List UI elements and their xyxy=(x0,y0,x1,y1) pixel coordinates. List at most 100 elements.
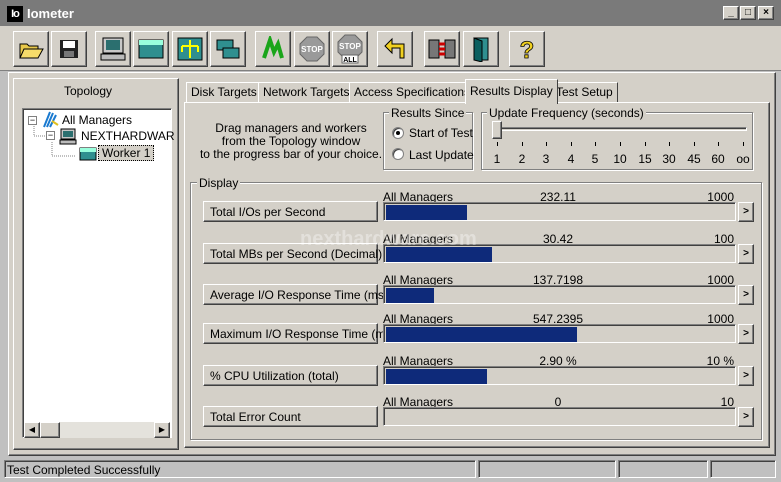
metric-bar-track[interactable] xyxy=(383,202,736,221)
scroll-thumb[interactable] xyxy=(40,422,60,438)
new-network-worker-icon xyxy=(177,37,203,61)
metric-bar-track[interactable] xyxy=(383,366,736,385)
tree-collapse-manager[interactable]: − xyxy=(46,131,55,140)
topology-tree[interactable]: − All Managers − NEXTHARDWAR Worker 1 xyxy=(22,108,175,438)
worker-disk-icon xyxy=(79,147,97,161)
update-frequency-title: Update Frequency (seconds) xyxy=(487,106,646,120)
new-network-worker-button[interactable] xyxy=(172,31,208,67)
display-manager-button[interactable] xyxy=(95,31,131,67)
frequency-tick-label[interactable]: 1 xyxy=(485,152,509,166)
metric-bar-fill xyxy=(386,205,467,220)
start-tests-button[interactable] xyxy=(255,31,291,67)
save-disk-icon xyxy=(60,40,78,58)
all-managers-icon xyxy=(43,111,59,128)
radio-start-of-test[interactable] xyxy=(392,127,404,139)
watermark: nexthardware.com xyxy=(300,228,477,250)
stop-button[interactable]: STOP xyxy=(294,31,330,67)
tab-test-setup[interactable]: Test Setup xyxy=(551,82,618,103)
reset-workers-button[interactable] xyxy=(377,31,413,67)
tab-disk-targets[interactable]: Disk Targets xyxy=(186,82,262,103)
scroll-right-icon[interactable]: ▶ xyxy=(154,422,170,438)
about-button[interactable]: ? xyxy=(509,31,545,67)
frequency-tick-mark xyxy=(669,142,670,146)
frequency-tick-label[interactable]: 10 xyxy=(608,152,632,166)
update-frequency-track[interactable] xyxy=(494,127,747,131)
new-disk-worker-icon xyxy=(138,39,164,59)
frequency-tick-label[interactable]: 60 xyxy=(706,152,730,166)
topology-title: Topology xyxy=(63,84,113,98)
frequency-tick-mark xyxy=(571,142,572,146)
metric-expand-button[interactable]: > xyxy=(738,244,754,264)
stop-all-icon: STOP ALL xyxy=(337,34,363,64)
frequency-tick-label[interactable]: 15 xyxy=(633,152,657,166)
duplicate-worker-button[interactable] xyxy=(210,31,246,67)
tab-results-display[interactable]: Results Display xyxy=(465,79,558,104)
frequency-tick-label[interactable]: 45 xyxy=(682,152,706,166)
radio-start-of-test-label[interactable]: Start of Test xyxy=(409,126,473,140)
about-icon: ? xyxy=(519,37,535,63)
frequency-tick-mark xyxy=(620,142,621,146)
metric-expand-button[interactable]: > xyxy=(738,407,754,427)
status-text: Test Completed Successfully xyxy=(4,460,476,478)
status-cell-4 xyxy=(710,460,776,478)
tree-item-all-managers[interactable]: All Managers xyxy=(62,113,132,127)
frequency-tick-mark xyxy=(645,142,646,146)
open-config-button[interactable] xyxy=(13,31,49,67)
display-title: Display xyxy=(197,176,241,190)
metric-expand-button[interactable]: > xyxy=(738,285,754,305)
minimize-button[interactable]: _ xyxy=(723,6,739,20)
update-frequency-slider-thumb[interactable] xyxy=(492,121,502,139)
start-tests-icon xyxy=(262,36,284,59)
exit-button[interactable] xyxy=(463,31,499,67)
stop-all-label-bottom: ALL xyxy=(343,57,357,64)
radio-last-update[interactable] xyxy=(392,148,404,160)
help-glyph: ? xyxy=(520,37,535,63)
stop-label: STOP xyxy=(301,45,323,54)
drag-hint-line-3: to the progress bar of your choice. xyxy=(199,147,383,161)
frequency-tick-label[interactable]: oo xyxy=(731,152,755,166)
status-cell-2 xyxy=(478,460,616,478)
metric-expand-button[interactable]: > xyxy=(738,366,754,386)
tree-horizontal-scrollbar[interactable]: ◀ ▶ xyxy=(24,422,170,438)
metric-select-button[interactable]: Total Error Count xyxy=(203,406,378,427)
metric-select-button[interactable]: Total I/Os per Second xyxy=(203,201,378,222)
tab-access-specifications[interactable]: Access Specifications xyxy=(349,82,476,103)
stop-all-label-top: STOP xyxy=(339,42,361,51)
close-button[interactable]: × xyxy=(758,6,774,20)
frequency-tick-label[interactable]: 30 xyxy=(657,152,681,166)
frequency-tick-mark xyxy=(546,142,547,146)
radio-last-update-label[interactable]: Last Update xyxy=(409,148,474,162)
metric-select-button[interactable]: Average I/O Response Time (ms) xyxy=(203,284,388,305)
window-title: Iometer xyxy=(27,6,74,21)
maximize-button[interactable]: □ xyxy=(740,6,756,20)
tree-item-manager[interactable]: NEXTHARDWAR xyxy=(81,129,175,143)
tree-item-worker[interactable]: Worker 1 xyxy=(98,145,155,161)
frequency-tick-label[interactable]: 5 xyxy=(583,152,607,166)
duplicate-worker-icon xyxy=(216,39,240,59)
stop-all-button[interactable]: STOP ALL xyxy=(332,31,368,67)
title-bar xyxy=(0,0,781,26)
manager-computer-icon xyxy=(59,128,77,145)
tree-collapse-root[interactable]: − xyxy=(28,116,37,125)
frequency-tick-label[interactable]: 2 xyxy=(510,152,534,166)
metric-select-button[interactable]: Maximum I/O Response Time (ms) xyxy=(203,323,395,344)
new-disk-worker-button[interactable] xyxy=(133,31,169,67)
metric-bar-track[interactable] xyxy=(383,324,736,343)
stop-icon: STOP xyxy=(299,36,325,62)
metric-select-button[interactable]: % CPU Utilization (total) xyxy=(203,365,378,386)
save-config-button[interactable] xyxy=(51,31,87,67)
metric-expand-button[interactable]: > xyxy=(738,202,754,222)
tab-network-targets[interactable]: Network Targets xyxy=(258,82,355,103)
frequency-tick-label[interactable]: 3 xyxy=(534,152,558,166)
metric-expand-button[interactable]: > xyxy=(738,324,754,344)
frequency-tick-mark xyxy=(718,142,719,146)
disconnect-manager-button[interactable] xyxy=(424,31,460,67)
metric-bar-track[interactable] xyxy=(383,285,736,304)
scroll-left-icon[interactable]: ◀ xyxy=(24,422,40,438)
display-manager-icon xyxy=(100,37,126,61)
frequency-tick-label[interactable]: 4 xyxy=(559,152,583,166)
metric-bar-track[interactable] xyxy=(383,407,736,426)
exit-icon xyxy=(473,37,489,62)
open-folder-icon xyxy=(19,43,44,59)
metric-bar-fill xyxy=(386,288,434,303)
